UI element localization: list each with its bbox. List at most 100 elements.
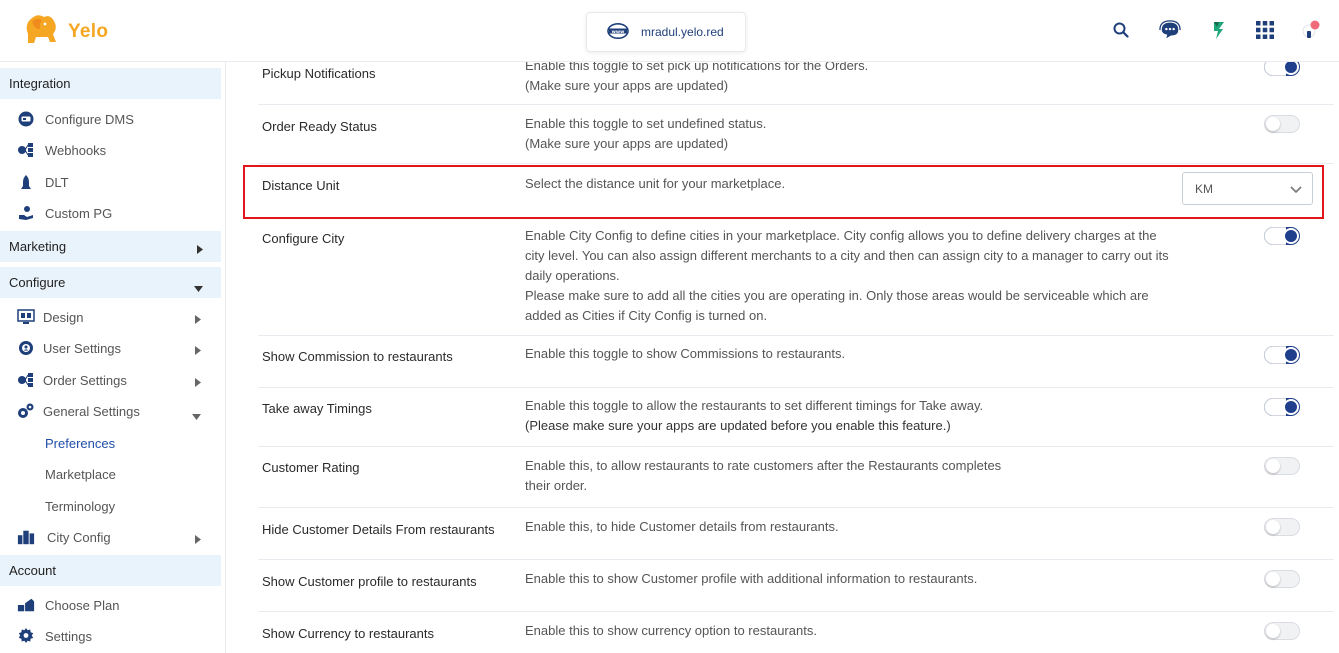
dlt-icon — [17, 173, 35, 191]
sidebar-item-city-config[interactable]: City Config — [0, 523, 221, 551]
city-buildings-icon — [17, 528, 35, 546]
settings-gear-icon — [17, 627, 35, 645]
take-away-timings-toggle[interactable] — [1264, 398, 1300, 416]
caret-right-icon — [197, 242, 203, 257]
sidebar-item-webhooks[interactable]: Webhooks — [0, 136, 221, 164]
order-ready-status-toggle[interactable] — [1264, 115, 1300, 133]
setting-title: Pickup Notifications — [262, 66, 376, 81]
setting-title: Show Commission to restaurants — [262, 349, 453, 364]
setting-description: Enable this toggle to allow the restaura… — [525, 396, 1197, 436]
description-line: Enable this to show Customer profile wit… — [525, 571, 978, 586]
sidebar-item-label: General Settings — [43, 403, 140, 419]
configure-city-toggle[interactable] — [1264, 227, 1300, 245]
description-line: added as Cities if City Config is turned… — [525, 308, 768, 323]
description-line: Enable this to show currency option to r… — [525, 623, 817, 638]
description-line: (Please make sure your apps are updated … — [525, 418, 951, 433]
setting-description: Enable this, to allow restaurants to rat… — [525, 456, 1197, 496]
sidebar: Integration Configure DMS Webhooks DLT C… — [0, 62, 226, 653]
sidebar-item-label: Preferences — [45, 435, 116, 451]
sidebar-section-account: Account — [0, 555, 221, 586]
description-line: their order. — [525, 478, 588, 493]
description-line: Enable this toggle to set undefined stat… — [525, 116, 767, 131]
sidebar-item-label: DLT — [45, 174, 69, 190]
domain-text: mradul.yelo.red — [641, 25, 724, 39]
sidebar-item-label: Configure DMS — [45, 111, 134, 127]
sidebar-item-label: Design — [43, 309, 84, 325]
www-globe-icon: www — [607, 22, 629, 42]
show-currency-toggle[interactable] — [1264, 622, 1300, 640]
hide-customer-details-toggle[interactable] — [1264, 518, 1300, 536]
setting-title: Order Ready Status — [262, 119, 377, 134]
setting-title: Hide Customer Details From restaurants — [262, 522, 495, 537]
search-icon[interactable] — [1110, 19, 1132, 41]
sidebar-item-custom-pg[interactable]: Custom PG — [0, 199, 221, 227]
distance-unit-highlight-box — [243, 165, 1324, 219]
sidebar-section-marketing[interactable]: Marketing — [0, 231, 221, 262]
top-header: Yelo www mradul.yelo.red — [0, 0, 1339, 62]
setting-description: Enable this to show Customer profile wit… — [525, 569, 1197, 589]
show-customer-profile-toggle[interactable] — [1264, 570, 1300, 588]
section-label: Integration — [9, 76, 71, 91]
support-chat-icon[interactable] — [1159, 19, 1181, 41]
setting-title: Customer Rating — [262, 460, 360, 475]
setting-description: Enable City Config to define cities in y… — [525, 226, 1197, 326]
sidebar-item-user-settings[interactable]: User Settings — [0, 334, 221, 362]
setting-description: Enable this toggle to set pick up notifi… — [525, 62, 1197, 96]
show-commission-toggle[interactable] — [1264, 346, 1300, 364]
sidebar-subitem-marketplace[interactable]: Marketplace — [0, 460, 221, 488]
sidebar-item-label: Terminology — [45, 498, 116, 514]
general-settings-icon — [17, 402, 35, 420]
custom-pg-icon — [17, 204, 35, 222]
sidebar-item-label: User Settings — [43, 340, 122, 356]
setting-row-show-commission: Show Commission to restaurants Enable th… — [258, 336, 1334, 388]
design-icon — [17, 308, 35, 326]
pickup-notifications-toggle[interactable] — [1264, 62, 1300, 76]
sidebar-item-settings[interactable]: Settings — [0, 622, 221, 650]
domain-badge[interactable]: www mradul.yelo.red — [586, 12, 746, 52]
sidebar-section-integration: Integration — [0, 68, 221, 99]
brand-name: Yelo — [68, 20, 109, 42]
lion-logo-icon — [22, 12, 62, 51]
sidebar-item-choose-plan[interactable]: Choose Plan — [0, 591, 221, 619]
app-switch-icon[interactable] — [1208, 19, 1230, 41]
description-line: (Make sure your apps are updated) — [525, 136, 729, 151]
description-line: Enable this, to hide Customer details fr… — [525, 519, 839, 534]
setting-row-show-currency: Show Currency to restaurants Enable this… — [258, 612, 1334, 653]
brand-logo[interactable]: Yelo — [22, 12, 108, 51]
sidebar-item-label: Settings — [45, 628, 92, 644]
description-line: Enable City Config to define cities in y… — [525, 228, 1157, 243]
description-line: Enable this toggle to allow the restaura… — [525, 398, 984, 413]
sidebar-section-configure[interactable]: Configure — [0, 267, 221, 298]
description-line: city level. You can also assign differen… — [525, 248, 1169, 263]
customer-rating-toggle[interactable] — [1264, 457, 1300, 475]
user-settings-icon — [17, 339, 35, 357]
webhooks-icon — [17, 141, 35, 159]
sidebar-item-general-settings[interactable]: General Settings — [0, 397, 221, 425]
setting-row-pickup-notifications: Pickup Notifications Enable this toggle … — [258, 62, 1334, 105]
setting-row-order-ready-status: Order Ready Status Enable this toggle to… — [258, 105, 1334, 164]
caret-right-icon — [195, 532, 201, 547]
section-label: Marketing — [9, 239, 67, 254]
grid-apps-icon[interactable] — [1254, 19, 1276, 41]
description-line: Please make sure to add all the cities y… — [525, 288, 1149, 303]
sidebar-subitem-terminology[interactable]: Terminology — [0, 492, 221, 520]
setting-description: Enable this to show currency option to r… — [525, 621, 1197, 641]
caret-down-icon — [194, 280, 203, 295]
setting-description: Enable this toggle to show Commissions t… — [525, 344, 1197, 364]
sidebar-item-design[interactable]: Design — [0, 303, 221, 331]
user-avatar-icon[interactable] — [1300, 19, 1322, 41]
sidebar-subitem-preferences[interactable]: Preferences — [0, 429, 221, 457]
sidebar-item-dlt[interactable]: DLT — [0, 168, 221, 196]
section-label: Configure — [9, 275, 66, 290]
sidebar-item-label: Custom PG — [45, 205, 113, 221]
order-settings-icon — [17, 371, 35, 389]
caret-right-icon — [195, 343, 201, 358]
sidebar-item-label: Order Settings — [43, 372, 127, 388]
setting-row-configure-city: Configure City Enable City Config to def… — [258, 223, 1334, 336]
sidebar-item-order-settings[interactable]: Order Settings — [0, 366, 221, 394]
dms-icon — [17, 110, 35, 128]
sidebar-item-configure-dms[interactable]: Configure DMS — [0, 105, 221, 133]
section-label: Account — [9, 563, 56, 578]
setting-title: Take away Timings — [262, 401, 372, 416]
setting-row-show-customer-profile: Show Customer profile to restaurants Ena… — [258, 560, 1334, 612]
